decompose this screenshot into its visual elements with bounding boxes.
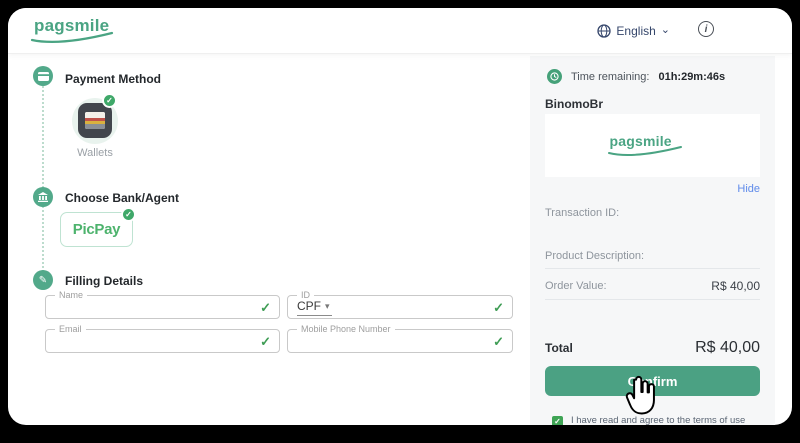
order-value-label: Order Value: <box>545 280 607 292</box>
step1-payment-method-icon <box>33 66 53 86</box>
name-valid-check-icon: ✓ <box>260 300 271 316</box>
name-input[interactable] <box>54 298 217 316</box>
pagsmile-logo-text: pagsmile <box>34 16 109 35</box>
pagsmile-logo-small: pagsmile <box>610 133 696 159</box>
wallet-selected-check-icon: ✓ <box>102 93 117 108</box>
name-field: Name ✓ <box>45 295 280 319</box>
email-field: Email ✓ <box>45 329 280 353</box>
hide-link[interactable]: Hide <box>545 183 760 195</box>
total-value: R$ 40,00 <box>695 339 760 357</box>
wallet-icon <box>78 103 112 138</box>
email-valid-check-icon: ✓ <box>260 334 271 350</box>
merchant-name: BinomoBr <box>545 97 603 111</box>
language-selector[interactable]: English ⌄ <box>597 22 670 40</box>
confirm-button[interactable]: Confirm <box>545 366 760 396</box>
order-value: R$ 40,00 <box>711 279 760 293</box>
terms-row: ✓ I have read and agree to the terms of … <box>552 415 762 425</box>
divider <box>545 268 760 269</box>
language-label: English <box>616 24 655 38</box>
checkout-card: pagsmile English ⌄ i Payment Method ✓ Wa… <box>8 8 792 425</box>
info-icon[interactable]: i <box>698 21 714 37</box>
wallet-option-label: Wallets <box>52 147 138 159</box>
order-value-row: Order Value: R$ 40,00 <box>545 279 760 293</box>
id-type-select[interactable]: CPF ▾ <box>297 299 332 316</box>
step2-bank-icon <box>33 187 53 207</box>
id-valid-check-icon: ✓ <box>493 300 504 316</box>
caret-down-icon: ▾ <box>325 301 330 312</box>
terms-checkbox[interactable]: ✓ <box>552 416 563 425</box>
step1-title: Payment Method <box>65 72 161 86</box>
phone-field: Mobile Phone Number ✓ <box>287 329 513 353</box>
total-label: Total <box>545 341 573 355</box>
pagsmile-logo: pagsmile <box>34 16 124 48</box>
chevron-down-icon: ⌄ <box>661 23 670 36</box>
step-rail <box>42 78 44 280</box>
clock-icon <box>547 69 562 84</box>
product-description-label: Product Description: <box>545 250 644 262</box>
header: pagsmile English ⌄ i <box>8 8 792 54</box>
total-row: Total R$ 40,00 <box>545 339 760 357</box>
phone-input[interactable] <box>296 332 453 350</box>
id-type-value: CPF <box>297 299 321 313</box>
picpay-logo: PicPay <box>73 221 120 238</box>
picpay-selected-check-icon: ✓ <box>121 207 136 222</box>
id-field: ID CPF ▾ ✓ <box>287 295 513 319</box>
step2-title: Choose Bank/Agent <box>65 191 179 205</box>
phone-valid-check-icon: ✓ <box>493 334 504 350</box>
time-remaining-row: Time remaining: 01h:29m:46s <box>547 69 760 84</box>
time-remaining-label: Time remaining: <box>571 71 649 83</box>
divider <box>545 299 760 300</box>
terms-text: I have read and agree to the terms of us… <box>571 415 762 425</box>
step3-title: Filling Details <box>65 274 143 288</box>
globe-icon <box>597 24 611 38</box>
time-remaining-value: 01h:29m:46s <box>658 71 725 83</box>
step3-pencil-icon: ✎ <box>33 270 53 290</box>
merchant-logo-box: pagsmile <box>545 114 760 177</box>
transaction-id-label: Transaction ID: <box>545 207 619 219</box>
email-input[interactable] <box>54 332 217 350</box>
